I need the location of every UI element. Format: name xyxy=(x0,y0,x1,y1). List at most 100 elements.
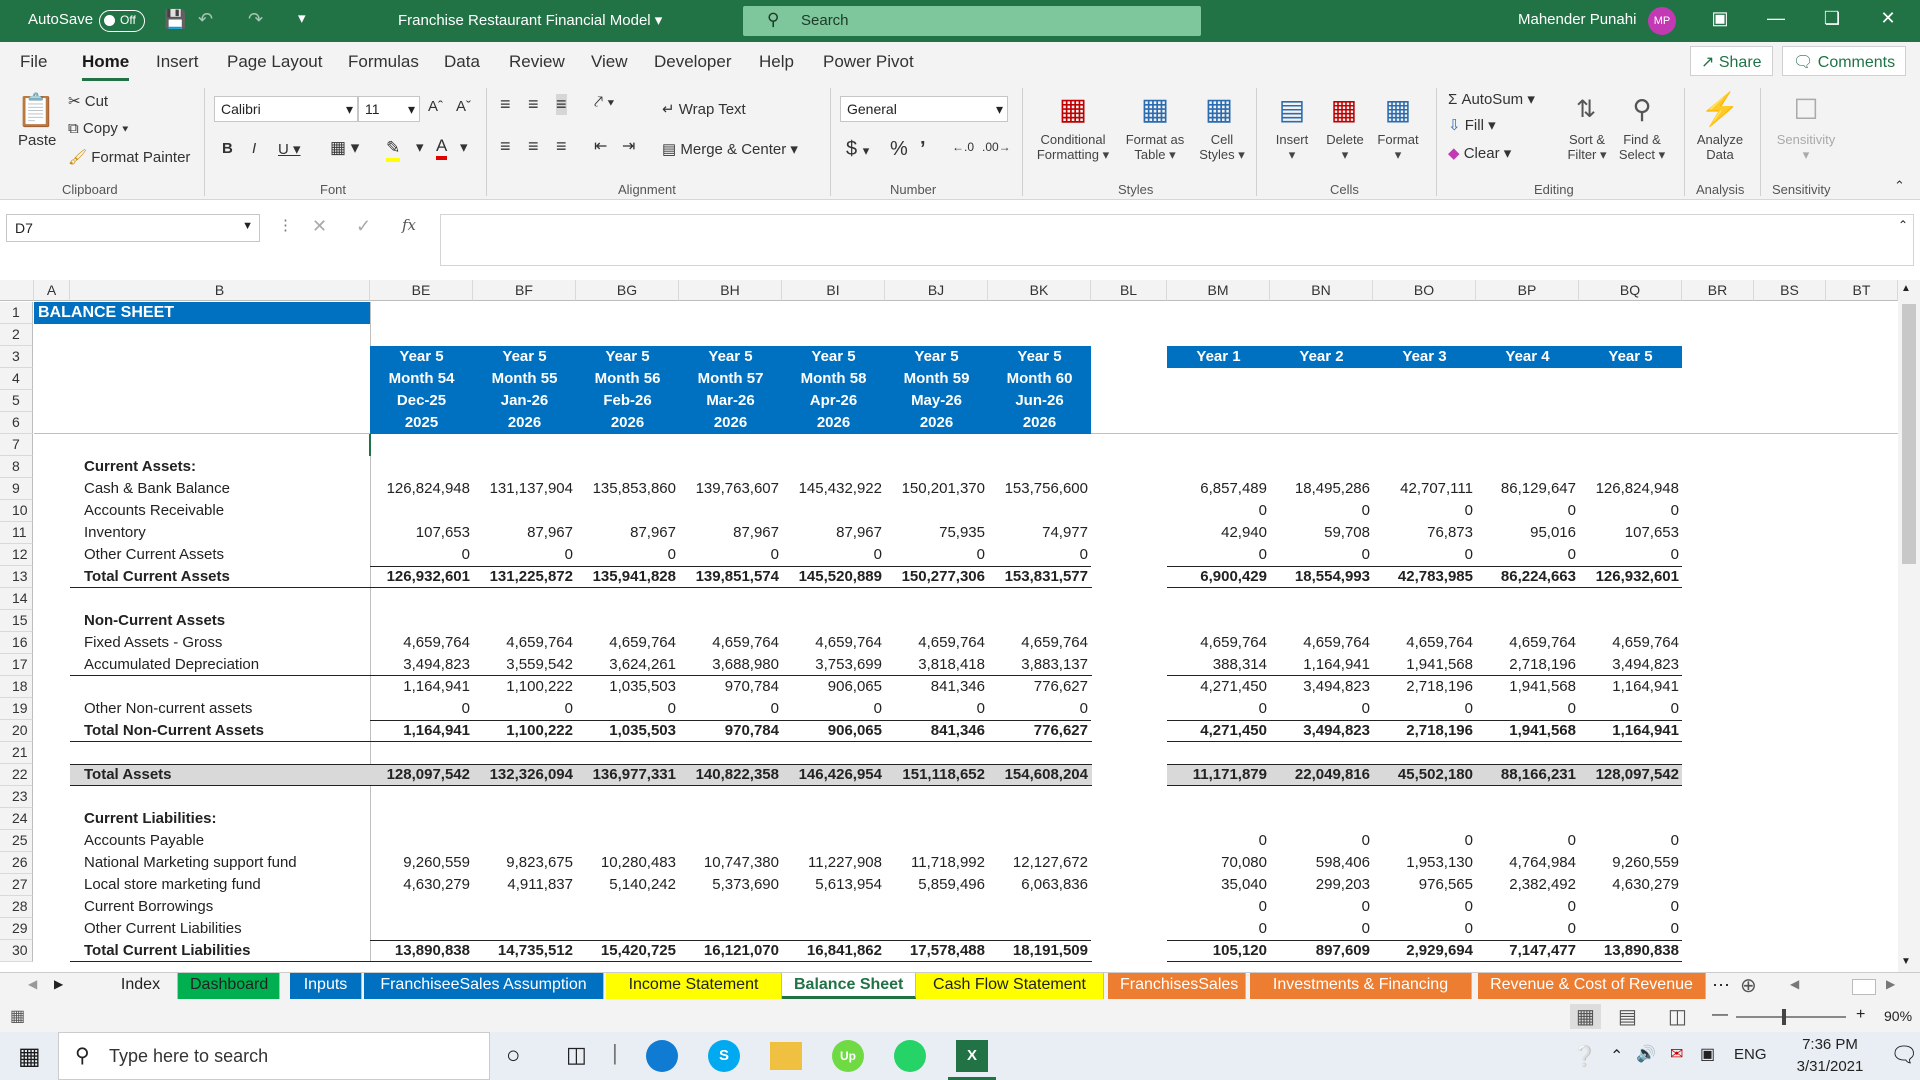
monthly-value[interactable]: 0 xyxy=(473,698,576,720)
column-header-bn[interactable]: BN xyxy=(1270,280,1373,301)
annual-value[interactable]: 70,080 xyxy=(1167,852,1270,874)
annual-value[interactable]: 42,940 xyxy=(1167,522,1270,544)
shrink-font-icon[interactable]: Aˇ xyxy=(456,98,471,115)
annual-value[interactable]: 0 xyxy=(1270,896,1373,918)
annual-value[interactable]: 45,502,180 xyxy=(1373,764,1476,786)
row-header[interactable]: 23 xyxy=(0,786,33,808)
row-header[interactable]: 17 xyxy=(0,654,33,676)
column-header-bt[interactable]: BT xyxy=(1826,280,1898,301)
column-header-bg[interactable]: BG xyxy=(576,280,679,301)
copy-button[interactable]: ⧉ Copy ▾ xyxy=(68,120,128,137)
monthly-value[interactable]: 13,890,838 xyxy=(370,940,473,962)
align-right-icon[interactable]: ≡ xyxy=(556,136,567,157)
clock-date[interactable]: 3/31/2021 xyxy=(1782,1058,1878,1075)
monthly-value[interactable]: 4,659,764 xyxy=(370,632,473,654)
row-header[interactable]: 29 xyxy=(0,918,33,940)
macro-record-icon[interactable]: ▦ xyxy=(10,1006,25,1026)
row-header[interactable]: 9 xyxy=(0,478,33,500)
annual-value[interactable]: 3,494,823 xyxy=(1579,654,1682,676)
tab-income-statement[interactable]: Income Statement xyxy=(606,973,782,999)
row-header[interactable]: 8 xyxy=(0,456,33,478)
monthly-value[interactable]: 6,063,836 xyxy=(988,874,1091,896)
annual-value[interactable]: 4,271,450 xyxy=(1167,676,1270,698)
column-header-br[interactable]: BR xyxy=(1682,280,1754,301)
annual-value[interactable]: 0 xyxy=(1270,918,1373,940)
format-painter-button[interactable]: 🖌 Format Painter xyxy=(68,148,190,166)
annual-value[interactable]: 0 xyxy=(1373,918,1476,940)
annual-value[interactable]: 3,494,823 xyxy=(1270,720,1373,742)
monthly-value[interactable]: 145,520,889 xyxy=(782,566,885,588)
autosave-toggle[interactable]: Off xyxy=(99,10,145,32)
orientation-icon[interactable]: ⤤ ▾ xyxy=(594,94,614,112)
annual-value[interactable]: 0 xyxy=(1476,896,1579,918)
annual-value[interactable]: 4,659,764 xyxy=(1167,632,1270,654)
font-color-dropdown-icon[interactable]: ▾ xyxy=(460,138,468,156)
monthly-value[interactable]: 151,118,652 xyxy=(885,764,988,786)
annual-value[interactable]: 105,120 xyxy=(1167,940,1270,962)
monthly-value[interactable]: 17,578,488 xyxy=(885,940,988,962)
cell-styles-button[interactable]: Cell Styles ▾ xyxy=(1194,132,1250,163)
column-header-a[interactable]: A xyxy=(34,280,70,301)
row-header[interactable]: 24 xyxy=(0,808,33,830)
monthly-value[interactable]: 0 xyxy=(885,544,988,566)
annual-value[interactable]: 0 xyxy=(1167,544,1270,566)
annual-value[interactable]: 88,166,231 xyxy=(1476,764,1579,786)
row-header[interactable]: 4 xyxy=(0,368,33,390)
row-header[interactable]: 10 xyxy=(0,500,33,522)
collapse-ribbon-icon[interactable]: ⌃ xyxy=(1894,178,1905,194)
annual-value[interactable]: 0 xyxy=(1167,918,1270,940)
monthly-value[interactable]: 0 xyxy=(679,544,782,566)
ribbon-display-icon[interactable]: ▣ xyxy=(1700,8,1740,34)
column-header-be[interactable]: BE xyxy=(370,280,473,301)
row-header[interactable]: 30 xyxy=(0,940,33,962)
menu-power-pivot[interactable]: Power Pivot xyxy=(823,52,914,72)
annual-value[interactable]: 0 xyxy=(1476,500,1579,522)
add-sheet-icon[interactable]: ⊕ xyxy=(1740,973,1757,998)
cell-styles-icon[interactable]: ▦ xyxy=(1198,90,1240,128)
monthly-value[interactable]: 1,164,941 xyxy=(370,720,473,742)
monthly-value[interactable]: 1,035,503 xyxy=(576,676,679,698)
edge-icon[interactable] xyxy=(646,1040,678,1072)
active-cell[interactable] xyxy=(369,434,372,456)
annual-value[interactable]: 388,314 xyxy=(1167,654,1270,676)
menu-page-layout[interactable]: Page Layout xyxy=(227,52,322,72)
monthly-value[interactable]: 146,426,954 xyxy=(782,764,885,786)
annual-value[interactable]: 11,171,879 xyxy=(1167,764,1270,786)
expand-formula-icon[interactable]: ⌃ xyxy=(1898,218,1908,232)
select-all-corner[interactable] xyxy=(0,280,34,301)
monthly-value[interactable]: 135,941,828 xyxy=(576,566,679,588)
monthly-value[interactable]: 5,613,954 xyxy=(782,874,885,896)
help-icon[interactable]: ❔ xyxy=(1572,1044,1597,1069)
file-explorer-icon[interactable] xyxy=(770,1042,802,1070)
row-header[interactable]: 1 xyxy=(0,302,33,324)
monthly-value[interactable]: 776,627 xyxy=(988,720,1091,742)
monthly-value[interactable]: 3,753,699 xyxy=(782,654,885,676)
conditional-formatting-icon[interactable]: ▦ xyxy=(1052,90,1094,128)
increase-indent-icon[interactable]: ⇥ xyxy=(622,136,635,156)
monthly-value[interactable]: 139,763,607 xyxy=(679,478,782,500)
task-view-icon[interactable]: ◫ xyxy=(566,1042,587,1068)
annual-value[interactable]: 0 xyxy=(1579,896,1682,918)
monthly-value[interactable]: 18,191,509 xyxy=(988,940,1091,962)
monthly-value[interactable]: 0 xyxy=(576,698,679,720)
monthly-value[interactable]: 154,608,204 xyxy=(988,764,1091,786)
tab-index[interactable]: Index xyxy=(104,973,178,999)
column-header-bk[interactable]: BK xyxy=(988,280,1091,301)
monthly-value[interactable]: 1,100,222 xyxy=(473,720,576,742)
monthly-value[interactable]: 128,097,542 xyxy=(370,764,473,786)
row-header[interactable]: 2 xyxy=(0,324,33,346)
annual-value[interactable]: 0 xyxy=(1373,830,1476,852)
annual-value[interactable]: 126,932,601 xyxy=(1579,566,1682,588)
annual-value[interactable]: 7,147,477 xyxy=(1476,940,1579,962)
annual-value[interactable]: 3,494,823 xyxy=(1270,676,1373,698)
monthly-value[interactable]: 3,624,261 xyxy=(576,654,679,676)
monthly-value[interactable]: 970,784 xyxy=(679,676,782,698)
monthly-value[interactable]: 140,822,358 xyxy=(679,764,782,786)
monthly-value[interactable]: 0 xyxy=(679,698,782,720)
annual-value[interactable]: 86,129,647 xyxy=(1476,478,1579,500)
annual-value[interactable]: 1,164,941 xyxy=(1270,654,1373,676)
annual-value[interactable]: 2,718,196 xyxy=(1373,676,1476,698)
monthly-value[interactable]: 87,967 xyxy=(782,522,885,544)
monthly-value[interactable]: 4,659,764 xyxy=(576,632,679,654)
quick-access-menu-icon[interactable]: ▾ xyxy=(298,9,306,27)
